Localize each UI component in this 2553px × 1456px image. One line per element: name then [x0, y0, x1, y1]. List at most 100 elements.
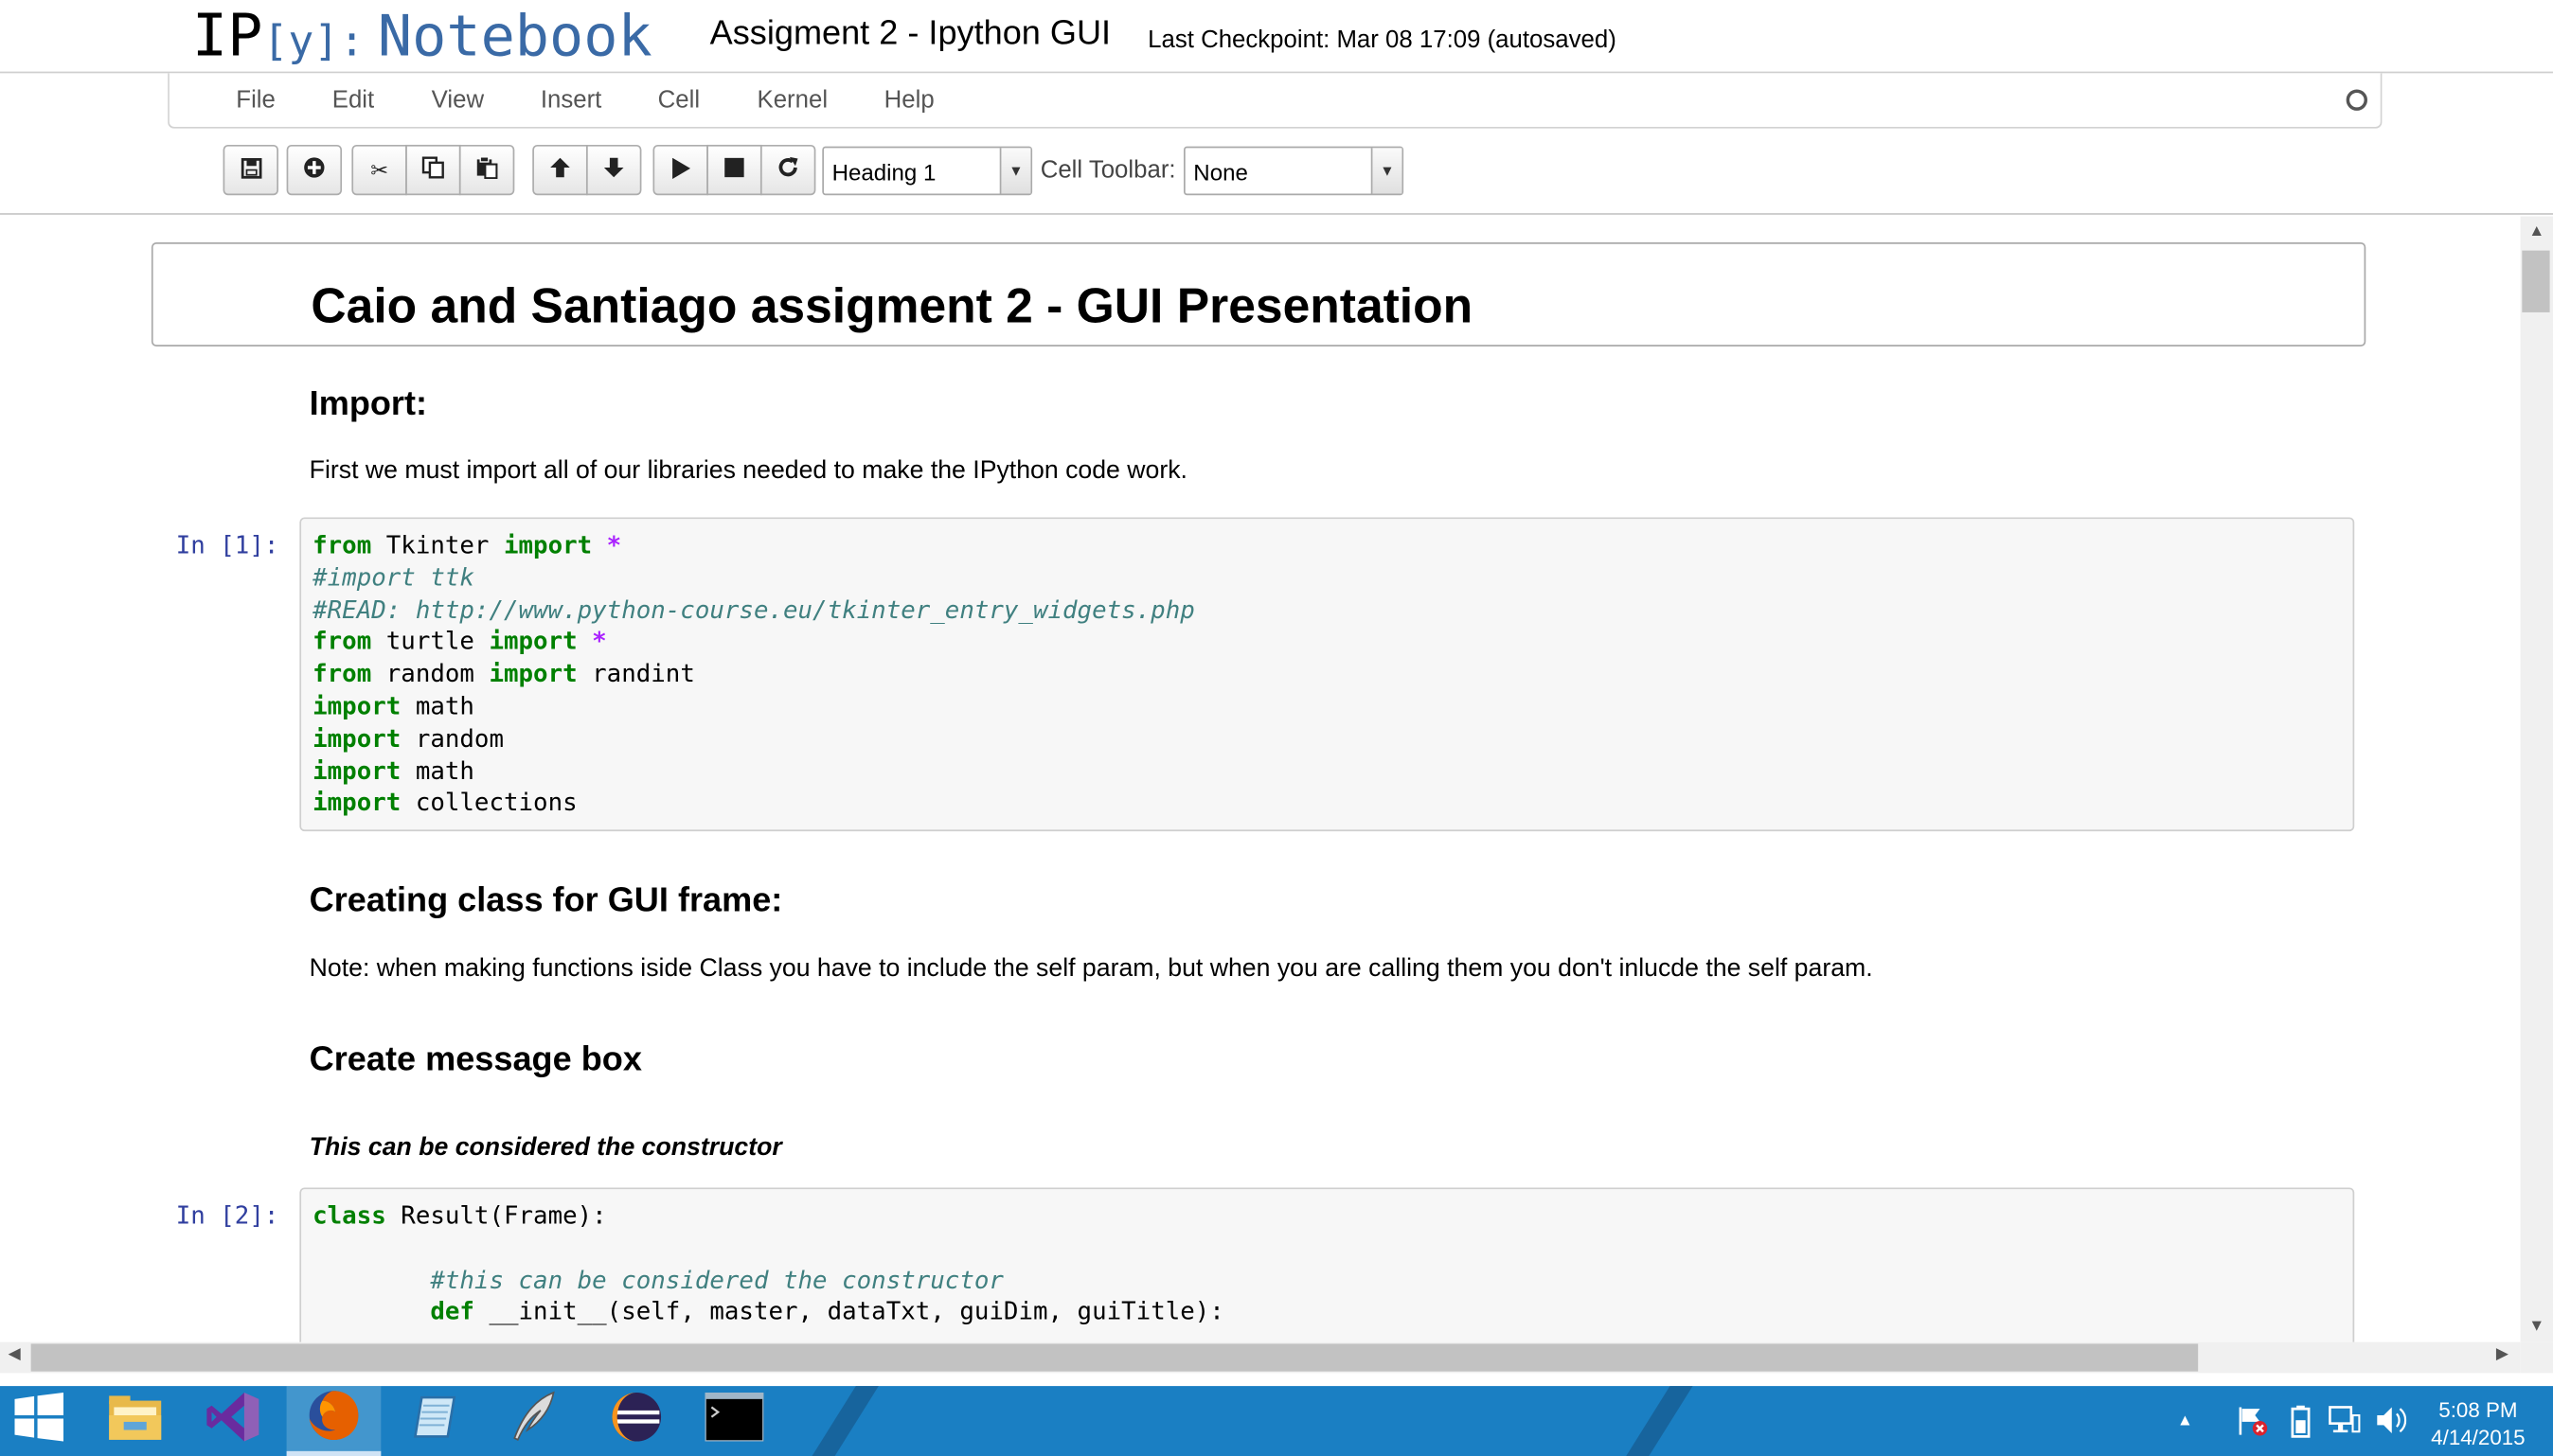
action-center-flag-icon[interactable] [2236, 1404, 2268, 1443]
scroll-down-icon[interactable]: ▼ [2528, 1318, 2544, 1336]
logo-y-text: [y]: [262, 17, 366, 67]
start-button[interactable] [0, 1386, 79, 1456]
quill-icon [505, 1390, 560, 1453]
code-line: #READ: http://www.python-course.eu/tkint… [312, 595, 2352, 627]
cell-type-select[interactable]: Heading 1 ▼ [822, 146, 1033, 196]
code-token: __init__(self, master, dataTxt, guiDim, … [473, 1297, 1224, 1327]
menu-help[interactable]: Help [884, 86, 935, 114]
scroll-left-icon[interactable]: ◀ [9, 1345, 21, 1363]
code-token: random [371, 659, 490, 689]
message-box-heading: Create message box [309, 1040, 642, 1079]
input-prompt-1: In [1]: [175, 530, 279, 560]
code-token: import [489, 627, 578, 657]
run-button[interactable] [652, 144, 708, 196]
vertical-scrollbar[interactable] [2520, 216, 2553, 1342]
move-down-icon [602, 156, 625, 184]
restart-button[interactable] [759, 144, 816, 196]
taskbar-eclipse[interactable] [589, 1386, 684, 1456]
code-token: randint [577, 659, 695, 689]
taskbar-file-explorer[interactable] [88, 1386, 183, 1456]
menu-view[interactable]: View [432, 86, 484, 114]
scroll-right-icon[interactable]: ▶ [2496, 1345, 2508, 1363]
constructor-note: This can be considered the constructor [309, 1133, 782, 1162]
code-token: math [401, 755, 474, 786]
copy-icon [421, 156, 444, 184]
insert-group [286, 144, 343, 196]
code-token: * [606, 530, 622, 560]
taskbar-decoration [1608, 1386, 1704, 1456]
copy-button[interactable] [405, 144, 461, 196]
menu-cell[interactable]: Cell [658, 86, 700, 114]
volume-icon[interactable] [2374, 1404, 2407, 1443]
taskbar-notepad[interactable] [387, 1386, 482, 1456]
code-token: def [430, 1297, 474, 1327]
clock-date: 4/14/2015 [2431, 1425, 2526, 1450]
code-token: import [312, 788, 402, 818]
taskbar-firefox[interactable] [286, 1386, 382, 1456]
code-token: from [312, 627, 372, 657]
move-down-button[interactable] [585, 144, 642, 196]
clock-time: 5:08 PM [2438, 1397, 2518, 1422]
taskbar-visual-studio[interactable] [186, 1386, 280, 1456]
cut-button[interactable]: ✂ [351, 144, 407, 196]
code-line: from turtle import * [312, 627, 2352, 659]
scroll-up-icon[interactable]: ▲ [2528, 222, 2544, 240]
import-description: First we must import all of our librarie… [309, 456, 1187, 486]
horizontal-scroll-thumb[interactable] [30, 1343, 2199, 1372]
heading-cell-selected[interactable]: Caio and Santiago assigment 2 - GUI Pres… [151, 242, 2366, 347]
insert-cell-icon [303, 156, 326, 184]
menu-file[interactable]: File [236, 86, 276, 114]
system-clock[interactable]: 5:08 PM 4/14/2015 [2413, 1395, 2544, 1450]
taskbar-quill-app[interactable] [485, 1386, 580, 1456]
code-token: import [312, 755, 402, 786]
stop-icon [724, 157, 744, 183]
code-token: * [592, 627, 607, 657]
insert-cell-button[interactable] [286, 144, 343, 196]
code-line: class Result(Frame): [312, 1200, 2352, 1233]
kernel-status-icon [2346, 89, 2367, 111]
code-token: #this can be considered the constructor [430, 1265, 1004, 1295]
code-line: import math [312, 691, 2352, 723]
windows-start-icon [14, 1392, 64, 1449]
screen: IP [y]: Notebook Assigment 2 - Ipython G… [0, 0, 2553, 1456]
chevron-down-icon: ▼ [999, 148, 1031, 194]
code-token: class [312, 1200, 386, 1231]
menu-kernel[interactable]: Kernel [758, 86, 829, 114]
network-icon[interactable] [2329, 1404, 2361, 1443]
run-group [652, 144, 816, 196]
cell-toolbar-value: None [1193, 159, 1248, 186]
tray-overflow-icon[interactable]: ▲ [2177, 1412, 2193, 1430]
code-token: random [401, 723, 504, 754]
import-heading: Import: [309, 385, 428, 423]
cell-toolbar-select[interactable]: None ▼ [1183, 146, 1404, 196]
scrollbar-corner [2520, 1341, 2553, 1374]
code-token: turtle [371, 627, 490, 657]
menu-edit[interactable]: Edit [332, 86, 374, 114]
code-token: Result(Frame): [385, 1200, 607, 1231]
code-cell-2[interactable]: class Result(Frame): #this can be consid… [299, 1187, 2355, 1342]
battery-icon[interactable] [2289, 1404, 2312, 1447]
clipboard-group: ✂ [351, 144, 515, 196]
notebook-title[interactable]: Assigment 2 - Ipython GUI [710, 14, 1111, 53]
save-button[interactable] [223, 144, 279, 196]
paste-button[interactable] [458, 144, 515, 196]
paste-icon [475, 156, 498, 184]
code-token: import [312, 723, 402, 754]
code-cell-1[interactable]: from Tkinter import * #import ttk #READ: h… [299, 517, 2355, 832]
visual-studio-icon [205, 1390, 260, 1453]
vertical-scroll-thumb[interactable] [2522, 250, 2550, 312]
taskbar-command-prompt[interactable] [687, 1386, 782, 1456]
firefox-icon [306, 1387, 361, 1450]
move-up-button[interactable] [532, 144, 588, 196]
code-token: collections [401, 788, 578, 818]
checkpoint-status: Last Checkpoint: Mar 08 17:09 (autosaved… [1148, 26, 1616, 54]
stop-button[interactable] [706, 144, 762, 196]
menu-bar: File Edit View Insert Cell Kernel Help [168, 73, 2383, 129]
menu-insert[interactable]: Insert [541, 86, 602, 114]
code-line: from Tkinter import * [312, 530, 2352, 562]
ipython-logo[interactable]: IP [y]: Notebook [192, 3, 652, 71]
notebook-container: Caio and Santiago assigment 2 - GUI Pres… [0, 216, 2521, 1342]
code-token: import [503, 530, 593, 560]
